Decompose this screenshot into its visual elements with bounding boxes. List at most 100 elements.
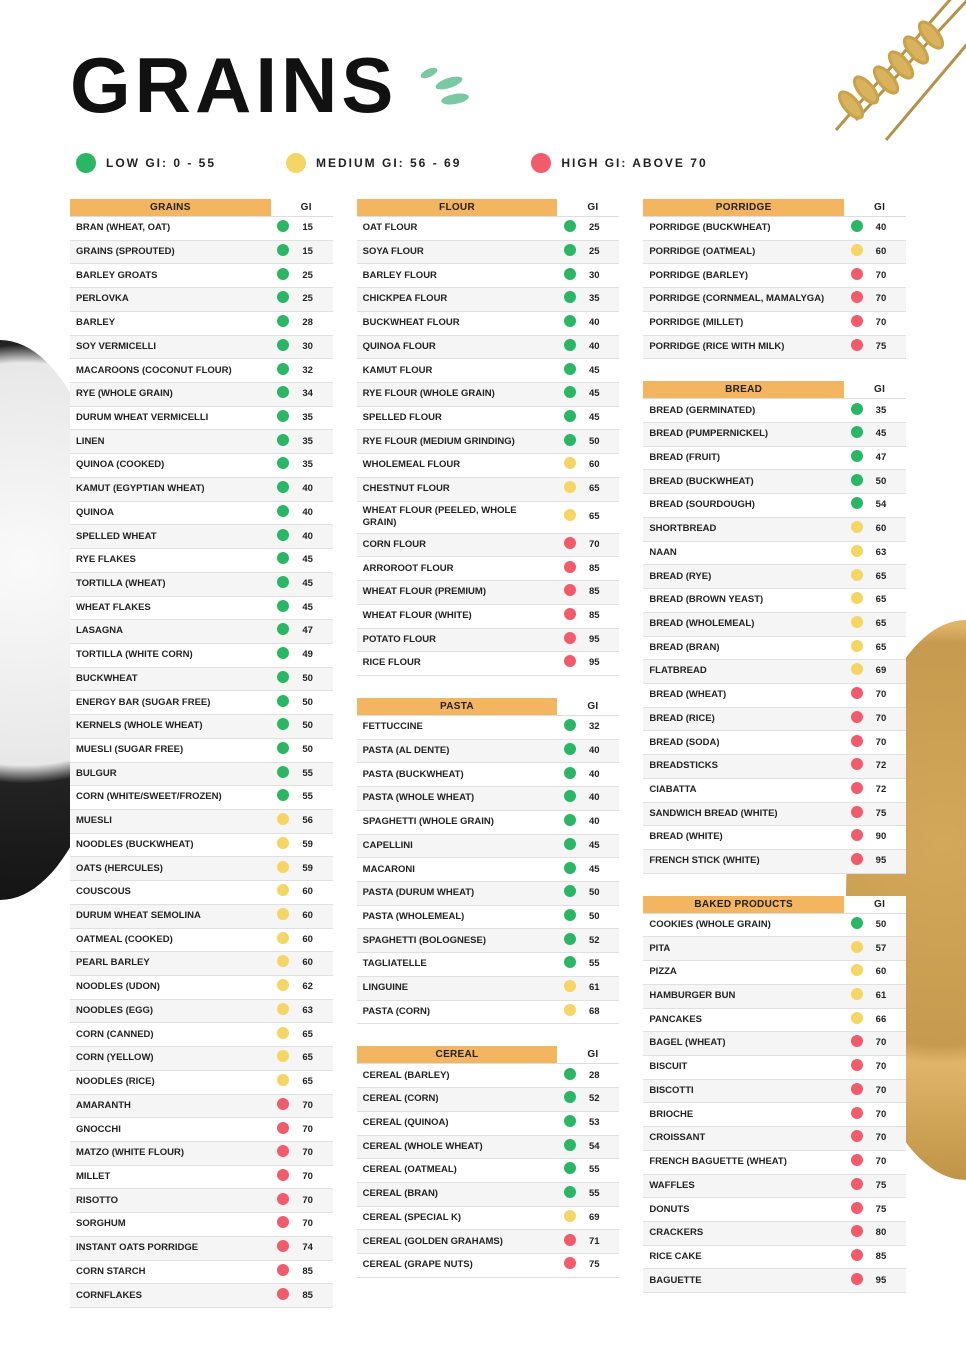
- table-pasta: PASTAGIFETTUCCINE32PASTA (AL DENTE)40PAS…: [357, 698, 620, 1024]
- dot-low-icon: [564, 790, 576, 802]
- legend-low: LOW GI: 0 - 55: [76, 153, 216, 173]
- gi-level-dot: [844, 707, 870, 731]
- gi-value: 70: [870, 1103, 906, 1127]
- table-row: TORTILLA (WHEAT)45: [70, 572, 333, 596]
- table-row: NOODLES (UDON)62: [70, 976, 333, 1000]
- dot-high-icon: [277, 1122, 289, 1134]
- table-row: CEREAL (BRAN)55: [357, 1182, 620, 1206]
- food-name: OATS (HERCULES): [70, 857, 271, 881]
- gi-value: 68: [583, 1000, 619, 1024]
- food-name: PASTA (WHOLEMEAL): [357, 905, 558, 929]
- gi-level-dot: [844, 849, 870, 873]
- gi-level-dot: [557, 557, 583, 581]
- table-row: HAMBURGER BUN61: [643, 984, 906, 1008]
- gi-level-dot: [271, 809, 297, 833]
- dot-high-icon: [851, 268, 863, 280]
- food-name: PORRIDGE (MILLET): [643, 311, 844, 335]
- food-name: QUINOA: [70, 501, 271, 525]
- gi-level-dot: [557, 240, 583, 264]
- food-name: CORN (WHITE/SWEET/FROZEN): [70, 786, 271, 810]
- food-name: CORN (CANNED): [70, 1023, 271, 1047]
- dot-high-icon: [277, 1169, 289, 1181]
- dot-high-icon: [851, 829, 863, 841]
- table-row: PASTA (BUCKWHEAT)40: [357, 763, 620, 787]
- table-row: PORRIDGE (BUCKWHEAT)40: [643, 217, 906, 241]
- table-row: WHEAT FLAKES45: [70, 596, 333, 620]
- dot-low-icon: [564, 885, 576, 897]
- dot-high-icon: [851, 1059, 863, 1071]
- food-name: PORRIDGE (BUCKWHEAT): [643, 217, 844, 241]
- table-row: RYE (WHOLE GRAIN)34: [70, 383, 333, 407]
- gi-level-dot: [271, 454, 297, 478]
- gi-value: 72: [870, 778, 906, 802]
- food-name: PIZZA: [643, 961, 844, 985]
- food-name: WAFFLES: [643, 1174, 844, 1198]
- food-name: DONUTS: [643, 1198, 844, 1222]
- dot-med-icon: [851, 616, 863, 628]
- food-name: BUCKWHEAT: [70, 667, 271, 691]
- gi-value: 35: [870, 399, 906, 423]
- gi-level-dot: [844, 612, 870, 636]
- dot-low-icon: [277, 789, 289, 801]
- table-row: PIZZA60: [643, 961, 906, 985]
- dot-high-icon: [851, 315, 863, 327]
- gi-level-dot: [271, 430, 297, 454]
- table-row: FETTUCCINE32: [357, 716, 620, 740]
- dot-high-icon: [277, 1216, 289, 1228]
- dot-low-icon: [564, 386, 576, 398]
- gi-value: 50: [296, 667, 332, 691]
- gi-value: 70: [296, 1094, 332, 1118]
- table-row: FLATBREAD69: [643, 660, 906, 684]
- dot-low-icon: [277, 718, 289, 730]
- gi-value: 50: [870, 913, 906, 937]
- table-row: NOODLES (RICE)65: [70, 1070, 333, 1094]
- food-name: PORRIDGE (BARLEY): [643, 264, 844, 288]
- table-row: MUESLI56: [70, 809, 333, 833]
- table-row: BREAD (PUMPERNICKEL)45: [643, 423, 906, 447]
- table-row: RICE CAKE85: [643, 1245, 906, 1269]
- table-row: BREAD (SOURDOUGH)54: [643, 494, 906, 518]
- dot-low-icon: [564, 719, 576, 731]
- food-name: BARLEY GROATS: [70, 264, 271, 288]
- food-name: FLATBREAD: [643, 660, 844, 684]
- table-row: PORRIDGE (CORNMEAL, MAMALYGA)70: [643, 288, 906, 312]
- gi-value: 45: [583, 834, 619, 858]
- gi-level-dot: [271, 359, 297, 383]
- dot-low-icon: [564, 743, 576, 755]
- gi-value: 28: [583, 1064, 619, 1088]
- gi-value: 70: [296, 1118, 332, 1142]
- gi-level-dot: [271, 786, 297, 810]
- dot-high-icon: [851, 291, 863, 303]
- gi-value: 65: [870, 565, 906, 589]
- gi-level-dot: [557, 217, 583, 241]
- gi-value: 70: [870, 1150, 906, 1174]
- food-name: PASTA (WHOLE WHEAT): [357, 787, 558, 811]
- dot-low-icon: [277, 505, 289, 517]
- table-header-gi: GI: [844, 381, 906, 399]
- table-grains: GRAINSGIBRAN (WHEAT, OAT)15GRAINS (SPROU…: [70, 199, 333, 1308]
- table-row: QUINOA FLOUR40: [357, 335, 620, 359]
- dot-low-icon: [564, 363, 576, 375]
- food-name: ENERGY BAR (SUGAR FREE): [70, 691, 271, 715]
- gi-level-dot: [271, 715, 297, 739]
- gi-level-dot: [844, 240, 870, 264]
- food-name: CEREAL (BRAN): [357, 1182, 558, 1206]
- food-name: CROISSANT: [643, 1127, 844, 1151]
- food-name: LINEN: [70, 430, 271, 454]
- dot-high-icon: [277, 1098, 289, 1110]
- table-row: BRIOCHE70: [643, 1103, 906, 1127]
- gi-level-dot: [557, 1159, 583, 1183]
- gi-level-dot: [844, 423, 870, 447]
- table-flour: FLOURGIOAT FLOUR25SOYA FLOUR25BARLEY FLO…: [357, 199, 620, 676]
- gi-level-dot: [844, 264, 870, 288]
- gi-level-dot: [557, 311, 583, 335]
- table-row: BARLEY GROATS25: [70, 264, 333, 288]
- gi-level-dot: [271, 264, 297, 288]
- gi-level-dot: [844, 1245, 870, 1269]
- dot-med-icon: [277, 1027, 289, 1039]
- gi-level-dot: [271, 691, 297, 715]
- dot-high-icon: [564, 561, 576, 573]
- gi-level-dot: [557, 929, 583, 953]
- gi-level-dot: [271, 904, 297, 928]
- gi-level-dot: [844, 1032, 870, 1056]
